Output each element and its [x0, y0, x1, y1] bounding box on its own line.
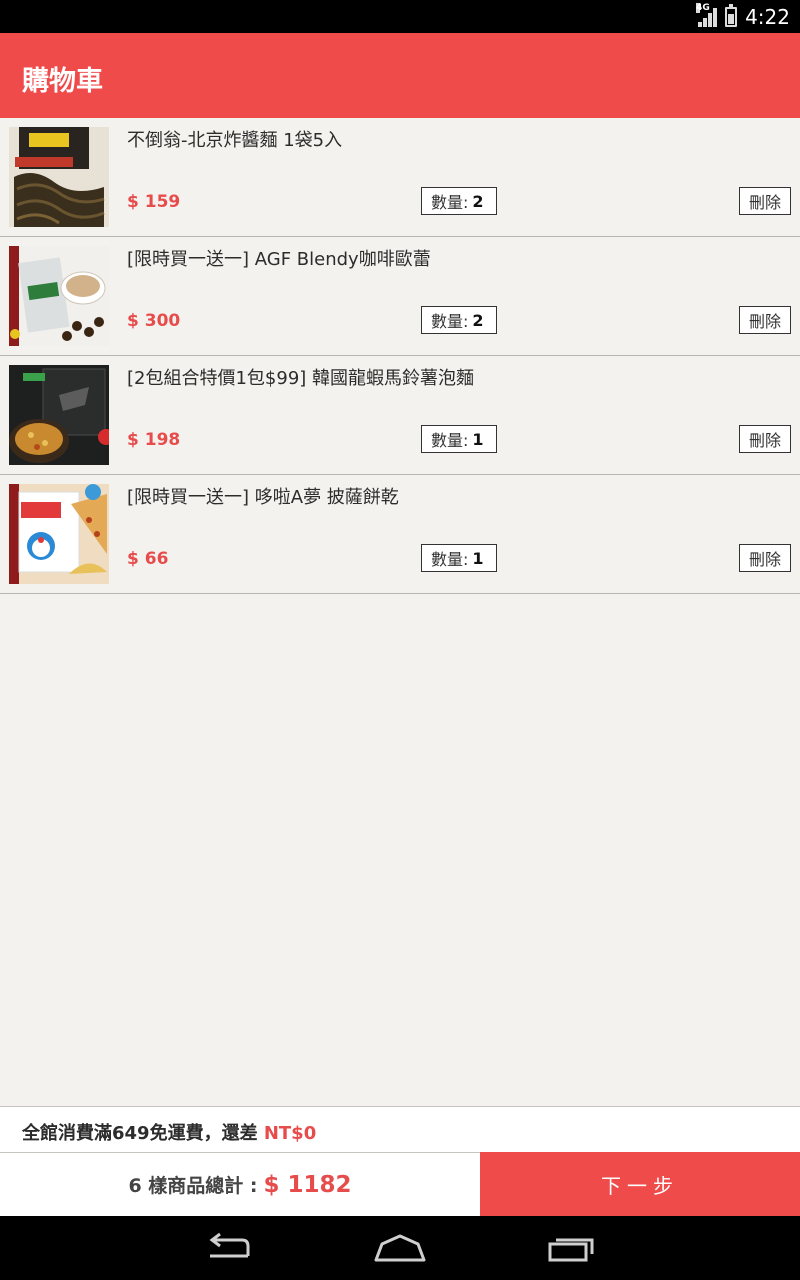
order-total: 6 樣商品總計 : $ 1182 — [0, 1152, 480, 1216]
free-shipping-text: 全館消費滿649免運費，還差 NT$0 — [22, 1119, 316, 1145]
quantity-selector[interactable]: 數量: 2 — [421, 187, 497, 215]
quantity-label: 數量: — [431, 312, 469, 331]
product-price: $ 66 — [127, 549, 169, 569]
product-thumbnail[interactable] — [9, 246, 109, 346]
quantity-value: 1 — [472, 429, 484, 449]
product-price: $ 198 — [127, 430, 181, 450]
cart-item[interactable]: 不倒翁-北京炸醬麵 1袋5入 $ 159 數量: 2 刪除 — [0, 118, 800, 237]
product-price: $ 300 — [127, 311, 181, 331]
home-icon[interactable] — [370, 1232, 430, 1264]
quantity-value: 1 — [472, 548, 484, 568]
quantity-value: 2 — [472, 191, 484, 211]
quantity-selector[interactable]: 數量: 2 — [421, 306, 497, 334]
delete-button[interactable]: 刪除 — [739, 425, 791, 453]
quantity-value: 2 — [472, 310, 484, 330]
product-name: [限時買一送一] AGF Blendy咖啡歐蕾 — [127, 249, 431, 270]
free-shipping-notice: 全館消費滿649免運費，還差 NT$0 — [0, 1106, 800, 1152]
cart-list: 不倒翁-北京炸醬麵 1袋5入 $ 159 數量: 2 刪除 [限時買一送一] A… — [0, 118, 800, 594]
delete-button[interactable]: 刪除 — [739, 187, 791, 215]
delete-button[interactable]: 刪除 — [739, 306, 791, 334]
cart-item[interactable]: [限時買一送一] 哆啦A夢 披薩餅乾 $ 66 數量: 1 刪除 — [0, 475, 800, 594]
total-amount: $ 1182 — [263, 1171, 352, 1198]
product-thumbnail[interactable] — [9, 484, 109, 584]
recent-apps-icon[interactable] — [542, 1232, 602, 1264]
product-price: $ 159 — [127, 192, 181, 212]
signal-icon: 4G — [696, 2, 718, 27]
battery-icon — [725, 3, 738, 27]
product-name: [2包組合特價1包$99] 韓國龍蝦馬鈴薯泡麵 — [127, 368, 475, 389]
network-type-label: 4G — [696, 2, 710, 13]
product-name: [限時買一送一] 哆啦A夢 披薩餅乾 — [127, 487, 399, 508]
product-thumbnail[interactable] — [9, 127, 109, 227]
quantity-label: 數量: — [431, 431, 469, 450]
shipping-remaining-amount: NT$0 — [263, 1123, 317, 1144]
free-shipping-label: 全館消費滿649免運費，還差 — [22, 1123, 264, 1144]
cart-item[interactable]: [2包組合特價1包$99] 韓國龍蝦馬鈴薯泡麵 $ 198 數量: 1 刪除 — [0, 356, 800, 475]
total-label: 6 樣商品總計 : — [128, 1175, 258, 1197]
status-time: 4:22 — [745, 4, 790, 29]
system-nav-bar — [0, 1216, 800, 1280]
cart-item[interactable]: [限時買一送一] AGF Blendy咖啡歐蕾 $ 300 數量: 2 刪除 — [0, 237, 800, 356]
page-title: 購物車 — [22, 66, 103, 97]
product-thumbnail[interactable] — [9, 365, 109, 465]
delete-button[interactable]: 刪除 — [739, 544, 791, 572]
quantity-label: 數量: — [431, 550, 469, 569]
next-step-button[interactable]: 下一步 — [480, 1152, 800, 1216]
quantity-selector[interactable]: 數量: 1 — [421, 425, 497, 453]
status-indicators: 4G 4:22 — [696, 0, 790, 33]
status-bar: 4G 4:22 — [0, 0, 800, 33]
quantity-selector[interactable]: 數量: 1 — [421, 544, 497, 572]
product-name: 不倒翁-北京炸醬麵 1袋5入 — [127, 130, 343, 151]
app-bar: 購物車 — [0, 33, 800, 118]
quantity-label: 數量: — [431, 193, 469, 212]
back-icon[interactable] — [200, 1232, 260, 1264]
